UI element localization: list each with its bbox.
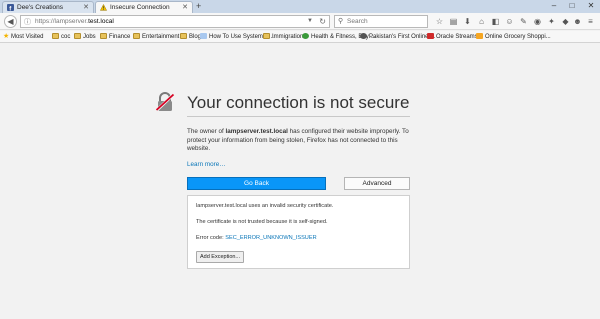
error-page: Your connection is not secure The owner … <box>0 44 600 319</box>
close-window-button[interactable]: ✕ <box>584 0 598 11</box>
tab-label: Insecure Connection <box>110 4 170 11</box>
shop-icon <box>476 33 483 39</box>
pocket-icon[interactable]: ◧ <box>490 16 501 27</box>
search-bar[interactable]: ⚲ <box>334 15 428 28</box>
go-back-button[interactable]: Go Back <box>187 177 326 190</box>
advanced-button[interactable]: Advanced <box>344 177 410 190</box>
error-code-link[interactable]: SEC_ERROR_UNKNOWN_ISSUER <box>225 235 316 241</box>
tab-strip: f Dee's Creations ✕ Insecure Connection … <box>0 0 600 13</box>
minimize-button[interactable]: – <box>547 0 561 11</box>
back-button[interactable]: ◀ <box>4 15 17 28</box>
addon-icon[interactable]: ◉ <box>532 16 543 27</box>
folder-icon <box>180 33 187 39</box>
bookmark-immigration[interactable]: Immigration <box>263 32 303 42</box>
folder-icon <box>133 33 140 39</box>
menu-icon[interactable]: ≡ <box>585 16 596 27</box>
star-icon: ★ <box>3 33 10 40</box>
folder-icon <box>74 33 81 39</box>
folder-icon <box>100 33 107 39</box>
url-text: https://lampserver.test.local <box>35 18 114 25</box>
error-code-line: Error code: SEC_ERROR_UNKNOWN_ISSUER <box>196 235 317 241</box>
cloud-icon <box>200 33 207 39</box>
bookmark-finance[interactable]: Finance <box>100 32 130 42</box>
extension-icon[interactable]: ✎ <box>518 16 529 27</box>
tab-label: Dee's Creations <box>17 4 64 11</box>
site-info-icon[interactable]: ⓘ <box>24 17 31 28</box>
home-icon[interactable]: ⌂ <box>476 16 487 27</box>
page-title: Your connection is not secure <box>187 93 410 112</box>
shield-icon[interactable]: ◆ <box>560 16 571 27</box>
bookmark-pakistan-first[interactable]: Pakistan's First Online ... <box>360 32 435 42</box>
title-divider <box>187 116 410 117</box>
learn-more-link[interactable]: Learn more… <box>187 161 226 168</box>
reading-list-icon[interactable]: ▤ <box>448 16 459 27</box>
advanced-details-panel: lampserver.test.local uses an invalid se… <box>187 195 410 269</box>
bookmarks-toolbar: ★ Most Visited coc Jobs Finance Entertai… <box>0 31 600 43</box>
facebook-icon: f <box>7 4 14 11</box>
error-description: The owner of lampserver.test.local has c… <box>187 128 409 152</box>
new-tab-button[interactable]: + <box>196 1 201 12</box>
reload-icon[interactable]: ↻ <box>319 16 326 27</box>
folder-icon <box>263 33 270 39</box>
downloads-icon[interactable]: ⬇ <box>462 16 473 27</box>
history-dropdown-icon[interactable]: ▼ <box>307 16 313 27</box>
bookmark-most-visited[interactable]: ★ Most Visited <box>3 32 44 42</box>
address-bar[interactable]: ⓘ https://lampserver.test.local ▼ ↻ <box>20 15 330 28</box>
site-icon <box>360 33 367 39</box>
folder-icon <box>52 33 59 39</box>
navigation-bar: ◀ ⓘ https://lampserver.test.local ▼ ↻ ⚲ … <box>0 13 600 30</box>
bookmark-oracle-streams[interactable]: Oracle Streams <box>427 32 478 42</box>
site-icon <box>302 33 309 39</box>
bookmark-star-icon[interactable]: ☆ <box>434 16 445 27</box>
close-tab-icon[interactable]: ✕ <box>83 2 89 13</box>
bookmark-blog[interactable]: Blog <box>180 32 201 42</box>
bookmark-jobs[interactable]: Jobs <box>74 32 96 42</box>
search-icon: ⚲ <box>338 18 344 25</box>
self-signed-text: The certificate is not trusted because i… <box>196 219 328 225</box>
tab-dees-creations[interactable]: f Dee's Creations ✕ <box>2 1 94 13</box>
search-input[interactable] <box>347 16 425 27</box>
user-icon[interactable]: ☻ <box>572 16 583 27</box>
chat-icon[interactable]: ☺ <box>504 16 515 27</box>
add-exception-button[interactable]: Add Exception... <box>196 251 244 263</box>
broken-lock-icon <box>155 92 175 112</box>
close-tab-icon[interactable]: ✕ <box>182 2 188 13</box>
bookmark-online-grocery[interactable]: Online Grocery Shoppi... <box>476 32 551 42</box>
oracle-icon <box>427 33 434 39</box>
tab-insecure-connection[interactable]: Insecure Connection ✕ <box>95 1 193 13</box>
puzzle-icon[interactable]: ✦ <box>546 16 557 27</box>
warning-icon <box>100 4 107 11</box>
maximize-button[interactable]: □ <box>565 0 579 11</box>
certificate-invalid-text: lampserver.test.local uses an invalid se… <box>196 203 334 209</box>
bookmark-entertainment[interactable]: Entertainment <box>133 32 179 42</box>
bookmark-coc[interactable]: coc <box>52 32 70 42</box>
